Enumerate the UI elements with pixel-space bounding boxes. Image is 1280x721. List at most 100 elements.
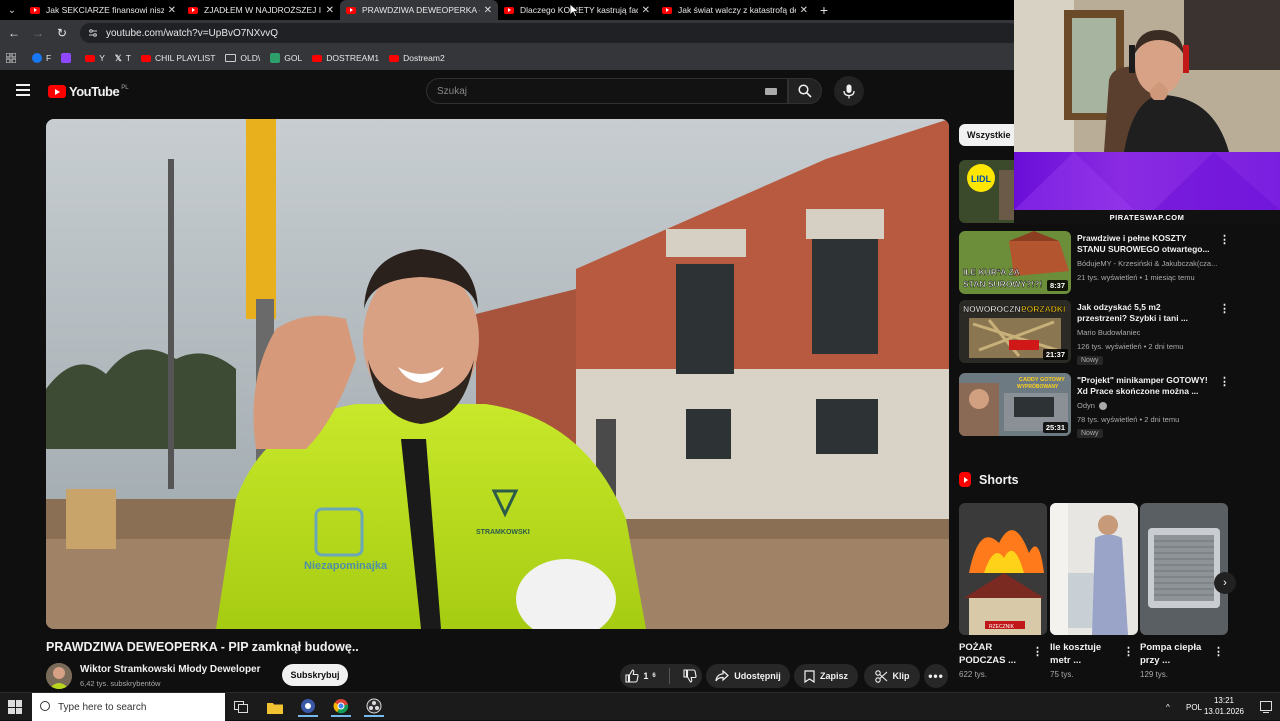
app-icon[interactable] (298, 697, 318, 717)
youtube-logo[interactable]: YouTube PL (48, 84, 129, 99)
tab-search-chevron-icon[interactable]: ⌄ (0, 0, 24, 20)
forward-arrow-icon[interactable]: → (26, 21, 50, 45)
video-thumbnail[interactable]: NOWOROCZNE PORZĄDKI 21:37 (959, 300, 1071, 363)
browser-tab-active[interactable]: PRAWDZIWA DEWEOPERKA - P ✕ (340, 0, 498, 20)
short-views: 129 tys. (1140, 670, 1169, 679)
obs-icon[interactable] (364, 697, 384, 717)
video-thumbnail[interactable]: CADDY GOTOWY WYPRÓBOWANY 25:31 (959, 373, 1071, 436)
recommendation-channel[interactable]: BódujeMY - Krzesiński & Jakubczak(cza... (1077, 259, 1217, 268)
short-thumbnail[interactable] (1140, 503, 1228, 635)
taskbar-clock[interactable]: 13:21 13.01.2026 (1200, 695, 1248, 717)
tab-label: Jak SEKCIARZE finansowi niszczą (46, 5, 164, 15)
menu-hamburger-icon[interactable] (16, 84, 30, 96)
recommendation-item[interactable]: CADDY GOTOWY WYPRÓBOWANY 25:31 "Projekt" … (959, 373, 1230, 438)
tab-close-icon[interactable]: ✕ (168, 5, 176, 16)
share-button[interactable]: Udostępnij (706, 664, 790, 688)
recommendation-title[interactable]: Jak odzyskać 5,5 m2 przestrzeni? Szybki … (1077, 302, 1211, 324)
youtube-favicon-icon (346, 6, 356, 14)
search-button[interactable] (788, 78, 822, 104)
voice-search-button[interactable] (834, 76, 864, 106)
tab-close-icon[interactable]: ✕ (326, 5, 334, 16)
youtube-icon (140, 54, 151, 62)
youtube-icon (312, 54, 323, 62)
reload-icon[interactable]: ↻ (50, 21, 74, 45)
like-count: 1 (643, 671, 649, 681)
short-item[interactable]: RZECZNIK POŻAR PODCZAS ... 622 tys. ⋮ (959, 503, 1047, 679)
filter-chip-all[interactable]: Wszystkie (959, 124, 1019, 146)
kebab-menu-icon[interactable]: ⋮ (1213, 645, 1224, 658)
file-explorer-icon[interactable] (265, 697, 285, 717)
channel-avatar[interactable] (46, 663, 72, 689)
search-input[interactable]: Szukaj (426, 78, 788, 104)
bookmark-label: CHIL PLAYLIST (154, 53, 216, 63)
recommendation-meta: 126 tys. wyświetleń • 2 dni temu (1077, 342, 1184, 351)
task-view-icon[interactable] (231, 697, 251, 717)
short-title[interactable]: Pompa ciepła przy ... (1140, 641, 1212, 667)
bookmark-x[interactable]: 𝕏T (115, 53, 131, 64)
short-thumbnail[interactable]: RZECZNIK (959, 503, 1047, 635)
short-title[interactable]: Ile kosztuje metr ... (1050, 641, 1122, 667)
new-tab-plus-icon[interactable]: + (814, 0, 834, 20)
short-item[interactable]: Ile kosztuje metr ... 75 tys. ⋮ (1050, 503, 1138, 679)
kebab-menu-icon[interactable]: ⋮ (1123, 645, 1134, 658)
notification-icon[interactable] (1256, 697, 1276, 717)
taskbar-search-input[interactable]: Type here to search (32, 693, 225, 721)
browser-tab[interactable]: Jak SEKCIARZE finansowi niszczą ✕ (24, 0, 182, 20)
address-bar[interactable]: youtube.com/watch?v=UpBvO7NXvvQ (80, 23, 1020, 43)
site-settings-icon[interactable] (88, 28, 98, 38)
kebab-menu-icon[interactable]: ⋮ (1219, 233, 1230, 246)
recommendation-item[interactable]: ILE KUR*A ZA STAN SUROWY?!?! 8:37 Prawdzi… (959, 231, 1230, 295)
video-player[interactable]: Niezapominajka STRAMKOWSKI (46, 119, 949, 629)
thumbs-down-icon[interactable] (683, 669, 697, 683)
video-duration: 21:37 (1042, 349, 1068, 360)
recommendation-item[interactable]: NOWOROCZNE PORZĄDKI 21:37 Jak odzyskać 5,… (959, 300, 1230, 365)
like-button[interactable]: 16 (625, 669, 656, 683)
thumbnail-caption: NOWOROCZNE (963, 304, 1027, 314)
bookmark-gol[interactable]: GOL (270, 53, 302, 63)
chrome-icon[interactable] (331, 697, 351, 717)
bookmark-twitch[interactable] (61, 53, 75, 63)
back-arrow-icon[interactable]: ← (2, 21, 26, 45)
tab-close-icon[interactable]: ✕ (800, 5, 808, 16)
save-button[interactable]: Zapisz (794, 664, 858, 688)
kebab-menu-icon[interactable]: ⋮ (1219, 375, 1230, 388)
short-thumbnail[interactable] (1050, 503, 1138, 635)
channel-name[interactable]: Wiktor Stramkowski Młody Deweloper (80, 664, 261, 675)
recommendation-channel[interactable]: Odyn (1077, 401, 1217, 411)
thumbnail-caption: RZECZNIK (989, 624, 1015, 630)
youtube-play-icon (48, 85, 66, 98)
kebab-menu-icon[interactable]: ⋮ (1219, 302, 1230, 315)
video-frame: Niezapominajka STRAMKOWSKI (46, 119, 949, 629)
microphone-icon (843, 84, 855, 98)
short-item[interactable]: Pompa ciepła przy ... 129 tys. ⋮ (1140, 503, 1228, 679)
kebab-menu-icon[interactable]: ⋮ (1032, 645, 1043, 658)
recommendation-title[interactable]: Prawdziwe i pełne KOSZTY STANU SUROWEGO … (1077, 233, 1211, 255)
browser-tab[interactable]: ZJADŁEM W NAJDROŻSZEJ I NA ✕ (182, 0, 340, 20)
bookmark-youtube[interactable]: Y (85, 53, 105, 63)
sponsor-text: PIRATESWAP.COM (1014, 210, 1280, 224)
shorts-next-chevron-icon[interactable]: › (1214, 572, 1236, 594)
keyboard-icon[interactable] (765, 88, 777, 95)
more-actions-button[interactable]: ••• (924, 664, 948, 688)
video-thumbnail[interactable]: ILE KUR*A ZA STAN SUROWY?!?! 8:37 (959, 231, 1071, 294)
recommendation-title[interactable]: "Projekt" minikamper GOTOWY! Xd Prace sk… (1077, 375, 1211, 397)
recommendation-channel[interactable]: Mario Budowlaniec (1077, 328, 1217, 337)
browser-tab[interactable]: Jak świat walczy z katastrofą de ✕ (656, 0, 814, 20)
tray-chevron-icon[interactable]: ^ (1166, 693, 1170, 721)
windows-start-icon[interactable] (8, 700, 22, 714)
bookmark-dostream2[interactable]: Dostream2 (389, 53, 445, 63)
bookmark-facebook[interactable]: F (32, 53, 51, 63)
short-title[interactable]: POŻAR PODCZAS ... (959, 641, 1031, 667)
bookmark-chil-playlist[interactable]: CHIL PLAYLIST (140, 53, 216, 63)
clip-button[interactable]: Klip (864, 664, 920, 688)
share-label: Udostępnij (734, 671, 781, 681)
bookmark-dostream1[interactable]: DOSTREAM1 (312, 53, 379, 63)
subscribe-button[interactable]: Subskrybuj (282, 664, 348, 686)
tab-label: PRAWDZIWA DEWEOPERKA - P (362, 5, 480, 15)
tab-close-icon[interactable]: ✕ (642, 5, 650, 16)
bookmark-folder-old[interactable]: OLD\ (225, 53, 260, 63)
thumbnail-caption: ILE KUR*A ZA (963, 267, 1020, 277)
tab-close-icon[interactable]: ✕ (484, 5, 492, 16)
youtube-icon (85, 54, 96, 62)
apps-grid-icon[interactable] (6, 53, 16, 63)
